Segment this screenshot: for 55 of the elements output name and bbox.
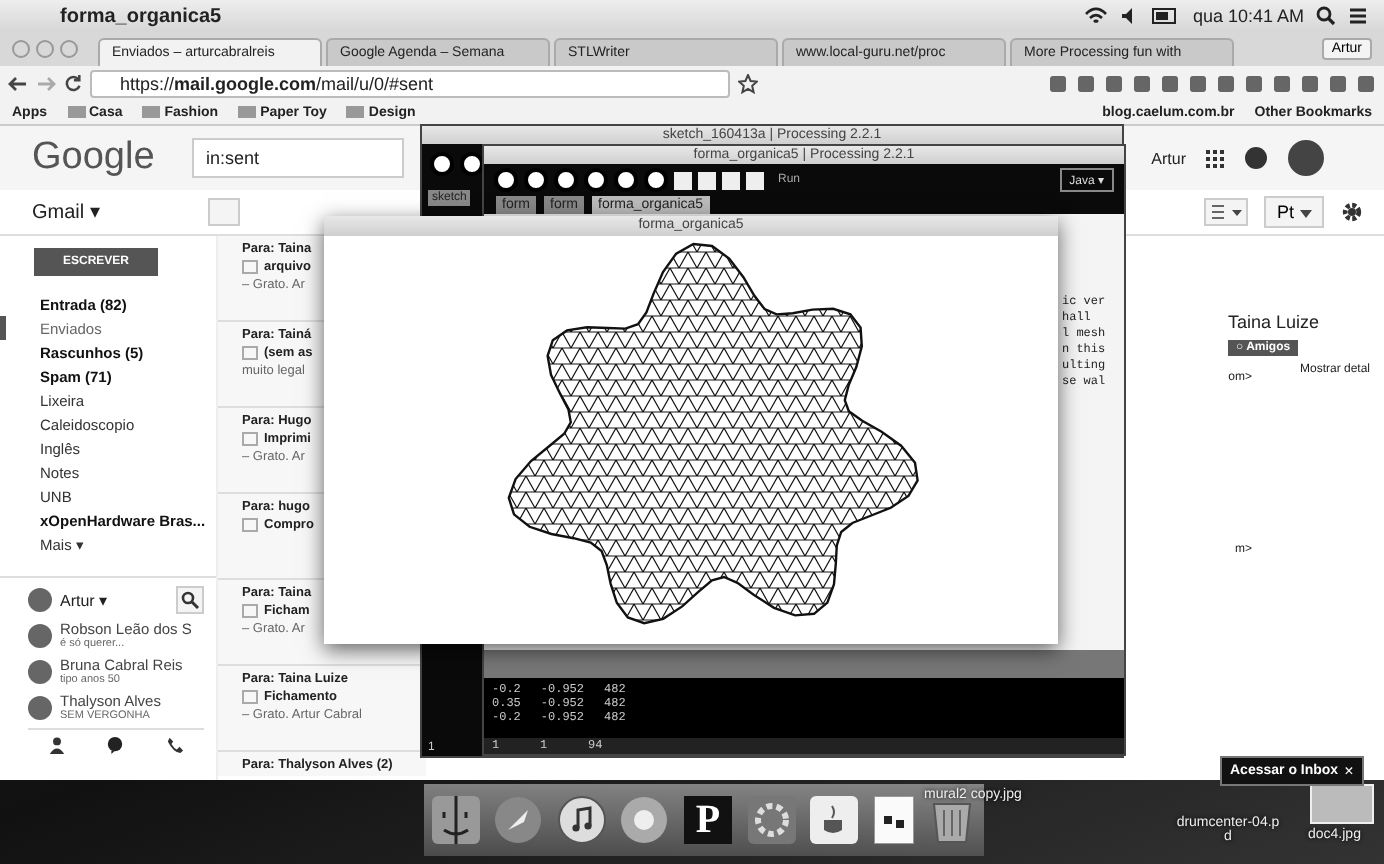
clock[interactable]: qua 10:41 AM bbox=[1192, 6, 1304, 26]
rocket-icon[interactable] bbox=[494, 796, 543, 844]
select-checkbox[interactable] bbox=[208, 198, 240, 226]
document-icon[interactable] bbox=[873, 796, 914, 844]
toolbar-button[interactable] bbox=[644, 168, 668, 192]
reload-icon[interactable] bbox=[64, 74, 82, 92]
gmail-menu[interactable]: Gmail ▾ bbox=[32, 200, 192, 224]
close-button[interactable]: × bbox=[1344, 762, 1354, 780]
view-menu-icon[interactable] bbox=[1204, 198, 1249, 226]
row-checkbox[interactable] bbox=[242, 604, 258, 618]
coffee-cup-icon[interactable] bbox=[810, 796, 859, 844]
avatar[interactable] bbox=[1288, 140, 1324, 176]
row-checkbox[interactable] bbox=[242, 260, 258, 274]
chat-bubble-icon[interactable] bbox=[106, 736, 125, 754]
list-icon[interactable] bbox=[1348, 6, 1368, 26]
avatar bbox=[28, 588, 52, 612]
user-name[interactable]: Artur bbox=[1151, 149, 1186, 167]
phone-icon[interactable] bbox=[165, 736, 184, 754]
avatar bbox=[28, 623, 52, 647]
toolbar-button[interactable] bbox=[614, 168, 638, 192]
battery-icon[interactable] bbox=[1152, 8, 1181, 24]
address-bar[interactable]: https://mail.google.com/mail/u/0/#sent bbox=[90, 69, 730, 97]
settings-icon[interactable] bbox=[1340, 200, 1364, 224]
toolbar-button[interactable] bbox=[494, 168, 518, 192]
row-checkbox[interactable] bbox=[242, 432, 258, 446]
search-icon[interactable] bbox=[1316, 6, 1336, 26]
notification-icon[interactable] bbox=[1244, 146, 1268, 170]
chat-status-menu[interactable]: Artur ▾ bbox=[60, 591, 108, 609]
avatar bbox=[28, 695, 52, 719]
person-icon[interactable] bbox=[48, 736, 67, 754]
star-icon[interactable] bbox=[738, 73, 758, 93]
stop-button[interactable] bbox=[460, 152, 484, 176]
toolbar-button[interactable] bbox=[554, 168, 578, 192]
processing-app-icon[interactable]: P bbox=[683, 796, 732, 844]
contact-name: Taina Luize bbox=[1228, 312, 1320, 332]
smiling-face-icon[interactable] bbox=[431, 796, 480, 844]
search-icon[interactable] bbox=[176, 586, 204, 614]
caret-icon bbox=[1300, 210, 1312, 218]
run-button[interactable] bbox=[430, 152, 454, 176]
avatar bbox=[28, 659, 52, 683]
google-logo[interactable]: Google bbox=[32, 136, 172, 180]
apps-grid-icon[interactable] bbox=[1206, 149, 1224, 167]
back-icon[interactable] bbox=[8, 75, 28, 91]
language-button[interactable]: Pt bbox=[1264, 196, 1324, 228]
music-note-icon[interactable] bbox=[557, 796, 606, 844]
row-checkbox[interactable] bbox=[242, 346, 258, 360]
app-name: forma_organica5 bbox=[60, 5, 222, 27]
circle-icon[interactable] bbox=[620, 796, 669, 844]
toolbar-button[interactable] bbox=[584, 168, 608, 192]
search-field[interactable]: in:sent bbox=[192, 138, 404, 178]
wifi-icon[interactable] bbox=[1084, 6, 1109, 26]
row-checkbox[interactable] bbox=[242, 518, 258, 532]
toolbar-button[interactable] bbox=[524, 168, 548, 192]
image-thumbnail[interactable] bbox=[1310, 784, 1374, 824]
row-checkbox[interactable] bbox=[242, 690, 258, 704]
